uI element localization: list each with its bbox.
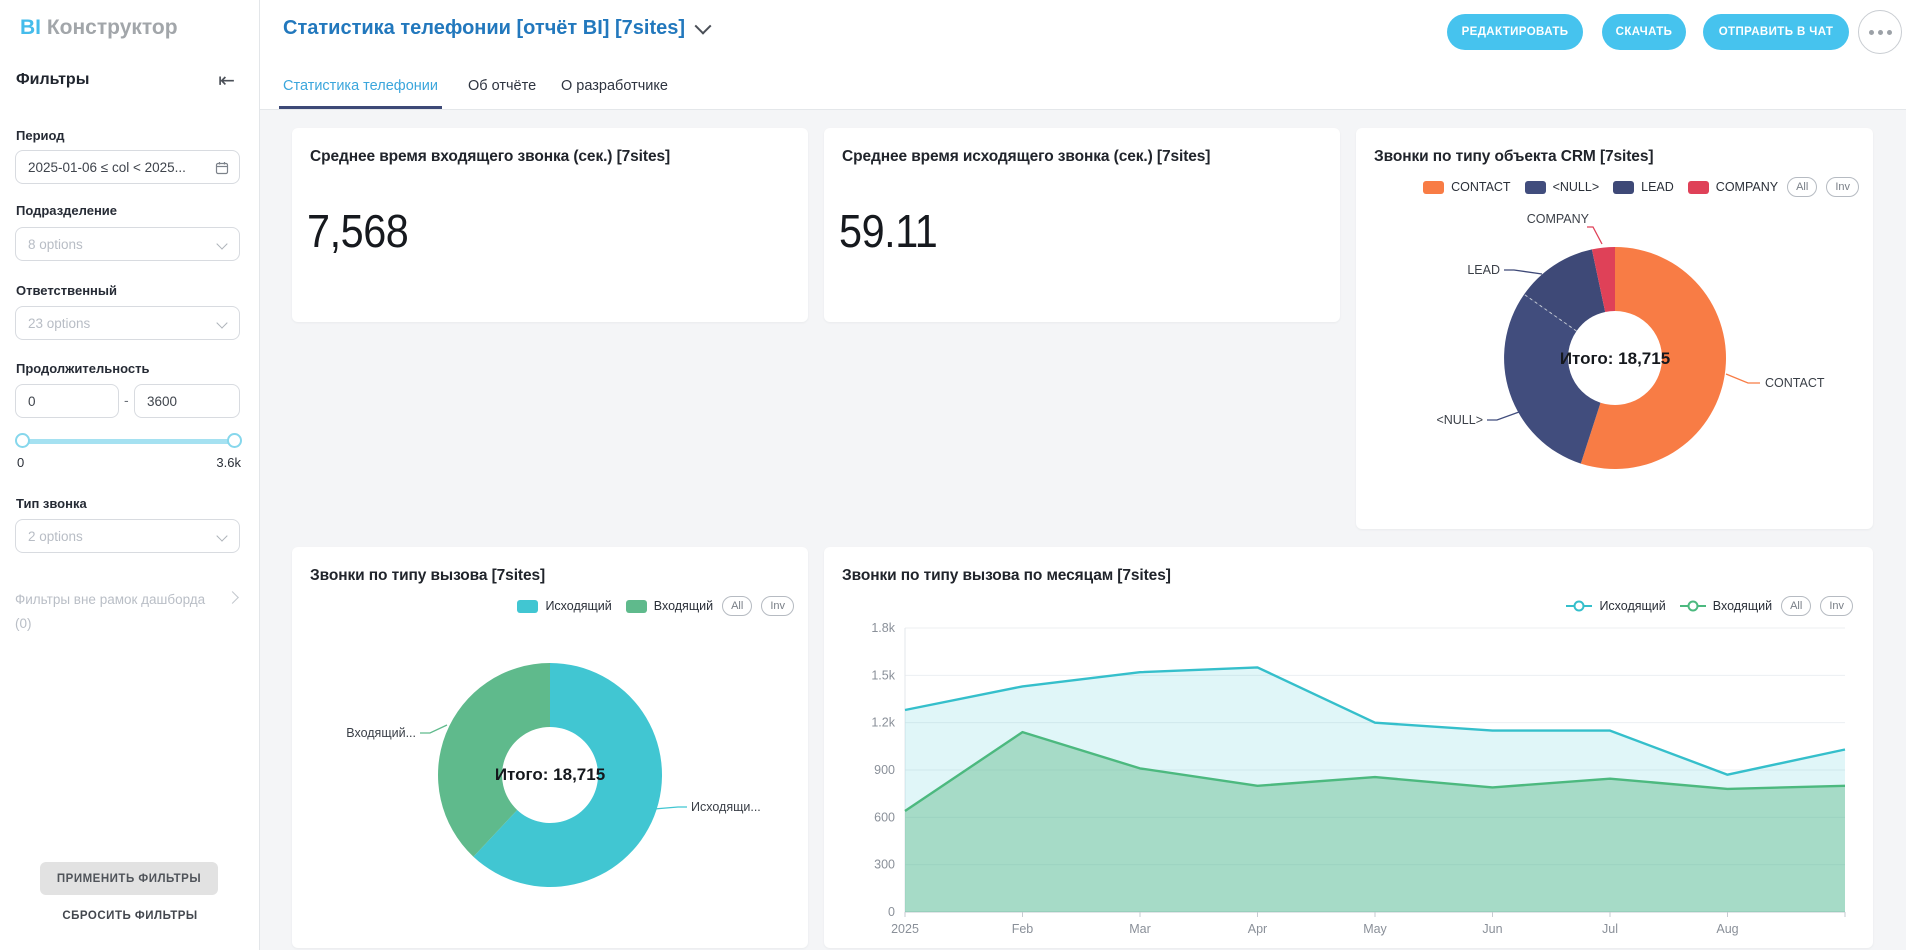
responsible-select[interactable]: 23 options [15,306,240,340]
header: Статистика телефонии [отчёт BI] [7sites]… [260,0,1906,110]
more-menu-button[interactable] [1858,10,1902,54]
period-value: 2025-01-06 ≤ col < 2025... [28,160,186,175]
responsible-placeholder: 23 options [28,316,90,331]
slider-handle-left[interactable] [15,433,30,448]
duration-slider[interactable] [17,433,240,449]
monthly-area-chart[interactable]: 0 300 600 900 1.2k 1.5k 1.8k 2025 Feb Mar Apr May Ju… [824,547,1873,948]
chevron-down-icon [216,530,227,541]
monthly-area-card: Звонки по типу вызова по месяцам [7sites… [824,547,1873,948]
crm-donut-chart[interactable]: CONTACT <NULL> LEAD COMPANY Итого: 18,715 [1356,128,1873,529]
pie-center-total-label: Итого: 18,715 [1560,349,1670,368]
slider-track[interactable] [17,439,240,444]
x-axis-tick-label: Jun [1482,922,1502,936]
y-axis-tick-label: 1.2k [871,716,895,730]
tab-statistics[interactable]: Статистика телефонии [283,62,438,109]
tab-about-developer[interactable]: О разработчике [561,62,668,109]
download-button[interactable]: СКАЧАТЬ [1602,14,1686,50]
call-type-placeholder: 2 options [28,529,83,544]
pie-callout-label: CONTACT [1765,376,1825,390]
edit-button[interactable]: РЕДАКТИРОВАТЬ [1447,14,1583,50]
y-axis-tick-label: 0 [888,905,895,919]
pie-callout-label: LEAD [1467,263,1500,277]
dot-icon [1887,30,1892,35]
x-axis-tick-label: Aug [1716,922,1738,936]
pie-callout-label: Исходящи... [691,800,761,814]
pie-center-total-label: Итого: 18,715 [495,765,605,784]
duration-separator: - [124,392,129,408]
dot-icon [1869,30,1874,35]
pie-callout-label: <NULL> [1436,413,1483,427]
period-input[interactable]: 2025-01-06 ≤ col < 2025... [15,150,240,184]
slider-max-label: 3.6k [216,455,241,470]
x-axis-tick-label: May [1363,922,1387,936]
slider-handle-right[interactable] [227,433,242,448]
x-axis-tick-label: 2025 [891,922,919,936]
chevron-down-icon [216,317,227,328]
y-axis-tick-label: 600 [874,810,895,824]
division-label: Подразделение [16,203,117,218]
pie-callout-label: COMPANY [1527,212,1590,226]
kpi-card-incoming: Среднее время входящего звонка (сек.) [7… [292,128,808,322]
chevron-down-icon [695,17,712,34]
duration-min-input[interactable] [15,384,119,418]
crm-donut-card: Звонки по типу объекта CRM [7sites] CONT… [1356,128,1873,529]
y-axis-tick-label: 300 [874,858,895,872]
x-axis-tick-label: Apr [1248,922,1267,936]
dot-icon [1878,30,1883,35]
sidebar: BI Конструктор Фильтры ⇤ Период 2025-01-… [0,0,260,950]
division-select[interactable]: 8 options [15,227,240,261]
outside-filters-label: Фильтры вне рамок дашборда [15,588,241,612]
x-axis-tick-label: Jul [1602,922,1618,936]
outside-filters-link[interactable]: Фильтры вне рамок дашборда (0) [15,588,241,636]
apply-filters-button[interactable]: ПРИМЕНИТЬ ФИЛЬТРЫ [40,862,218,895]
outside-filters-count: (0) [15,612,241,636]
period-label: Период [16,128,65,143]
kpi-outgoing-value: 59.11 [839,204,937,258]
x-axis-tick-label: Feb [1012,922,1034,936]
tab-about-report[interactable]: Об отчёте [468,62,536,109]
page-title: Статистика телефонии [отчёт BI] [7sites] [283,17,685,40]
division-placeholder: 8 options [28,237,83,252]
kpi-outgoing-title: Среднее время исходящего звонка (сек.) [… [842,148,1210,166]
calltype-donut-chart[interactable]: Исходящи... Входящий... Итого: 18,715 [292,547,808,948]
logo-bi: BI [20,16,41,39]
duration-max-input[interactable] [134,384,240,418]
calendar-icon [215,161,229,175]
responsible-label: Ответственный [16,283,117,298]
call-type-label: Тип звонка [16,496,87,511]
collapse-sidebar-icon[interactable]: ⇤ [218,68,235,93]
kpi-card-outgoing: Среднее время исходящего звонка (сек.) [… [824,128,1340,322]
kpi-incoming-title: Среднее время входящего звонка (сек.) [7… [310,148,670,166]
report-title-dropdown[interactable]: Статистика телефонии [отчёт BI] [7sites] [283,17,709,40]
reset-filters-button[interactable]: СБРОСИТЬ ФИЛЬТРЫ [0,910,260,922]
pie-callout-label: Входящий... [346,726,416,740]
duration-label: Продолжительность [16,361,149,376]
logo-name: Конструктор [47,16,178,39]
call-type-select[interactable]: 2 options [15,519,240,553]
y-axis-tick-label: 1.5k [871,668,895,682]
chevron-down-icon [216,238,227,249]
app-logo: BI Конструктор [20,16,178,40]
slider-min-label: 0 [17,455,24,470]
calltype-donut-card: Звонки по типу вызова [7sites] Исходящий… [292,547,808,948]
filters-title: Фильтры [16,71,89,89]
y-axis-tick-label: 1.8k [871,621,895,635]
x-axis-tick-label: Mar [1129,922,1151,936]
send-to-chat-button[interactable]: ОТПРАВИТЬ В ЧАТ [1703,14,1849,50]
dashboard-canvas: Среднее время входящего звонка (сек.) [7… [260,110,1906,950]
y-axis-tick-label: 900 [874,763,895,777]
tab-bar: Статистика телефонии Об отчёте О разрабо… [260,62,1906,110]
kpi-incoming-value: 7,568 [307,204,408,258]
